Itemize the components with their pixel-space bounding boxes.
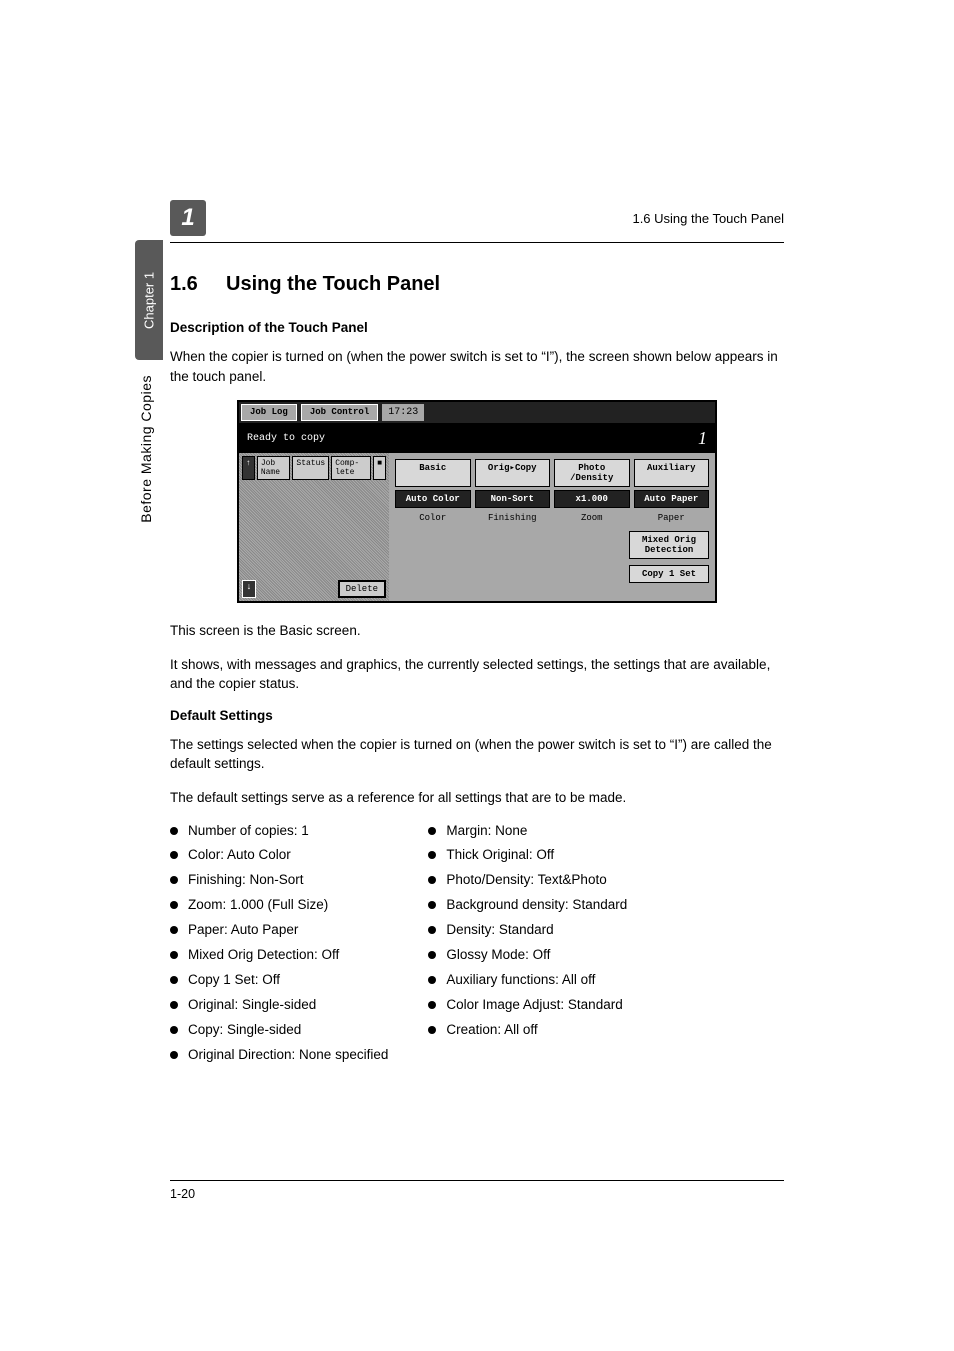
list-item: Photo/Density: Text&Photo	[428, 871, 627, 890]
ss-arrow-down-icon: ↓	[242, 580, 256, 598]
default-list-right: Margin: None Thick Original: Off Photo/D…	[428, 822, 627, 1071]
ss-autocolor: Auto Color	[395, 490, 471, 508]
ss-time: 17:23	[382, 404, 424, 421]
ss-lbl-finishing: Finishing	[475, 511, 551, 525]
ss-tab-origcopy: Orig▸Copy	[475, 459, 551, 487]
ss-lbl-zoom: Zoom	[554, 511, 630, 525]
ss-tab-job-log: Job Log	[241, 404, 297, 421]
ss-delete-button: Delete	[338, 580, 386, 598]
list-item: Original: Single-sided	[170, 996, 388, 1015]
list-item: Color: Auto Color	[170, 846, 388, 865]
ss-nonsort: Non-Sort	[475, 490, 551, 508]
section-number: 1.6	[170, 273, 226, 296]
list-item: Auxiliary functions: All off	[428, 971, 627, 990]
chapter-badge: 1	[170, 200, 206, 236]
para-defaults-1: The settings selected when the copier is…	[170, 735, 784, 774]
ss-status-bar: Ready to copy 1	[239, 424, 715, 453]
list-item: Margin: None	[428, 822, 627, 841]
ss-zoom: x1.000	[554, 490, 630, 508]
ss-tab-auxiliary: Auxiliary	[634, 459, 710, 487]
list-item: Density: Standard	[428, 921, 627, 940]
touch-panel-screenshot: Job Log Job Control 17:23 Ready to copy …	[237, 400, 717, 603]
ss-copy1set: Copy 1 Set	[629, 565, 709, 583]
ss-right-panel: Basic Orig▸Copy Photo /Density Auxiliary…	[389, 453, 715, 601]
ss-tab-photodensity: Photo /Density	[554, 459, 630, 487]
header-rule	[170, 242, 784, 243]
ss-mixedorig: Mixed Orig Detection	[629, 531, 709, 559]
ss-hdr-status: Status	[292, 456, 329, 480]
page-footer: 1-20	[170, 1180, 784, 1201]
para-shows: It shows, with messages and graphics, th…	[170, 655, 784, 694]
list-item: Paper: Auto Paper	[170, 921, 388, 940]
ss-status-msg: Ready to copy	[247, 433, 325, 444]
section-heading: 1.6Using the Touch Panel	[170, 273, 784, 296]
list-item: Color Image Adjust: Standard	[428, 996, 627, 1015]
list-item: Thick Original: Off	[428, 846, 627, 865]
list-item: Background density: Standard	[428, 896, 627, 915]
list-item: Glossy Mode: Off	[428, 946, 627, 965]
default-list-left: Number of copies: 1 Color: Auto Color Fi…	[170, 822, 388, 1071]
list-item: Original Direction: None specified	[170, 1046, 388, 1065]
list-item: Copy: Single-sided	[170, 1021, 388, 1040]
running-header-text: 1.6 Using the Touch Panel	[632, 211, 784, 226]
ss-arrow-up-icon: ↑	[242, 456, 255, 480]
ss-tab-basic: Basic	[395, 459, 471, 487]
footer-rule	[170, 1180, 784, 1181]
ss-hdr-icon: ■	[373, 456, 386, 480]
ss-lbl-color: Color	[395, 511, 471, 525]
ss-hdr-jobname: Job Name	[257, 456, 291, 480]
list-item: Zoom: 1.000 (Full Size)	[170, 896, 388, 915]
list-item: Creation: All off	[428, 1021, 627, 1040]
para-defaults-2: The default settings serve as a referenc…	[170, 788, 784, 808]
ss-copy-count: 1	[698, 428, 707, 449]
ss-autopaper: Auto Paper	[634, 490, 710, 508]
page-number: 1-20	[170, 1187, 784, 1201]
running-header: 1 1.6 Using the Touch Panel	[170, 200, 784, 236]
list-item: Copy 1 Set: Off	[170, 971, 388, 990]
section-title-text: Using the Touch Panel	[226, 273, 440, 295]
page-content: 1 1.6 Using the Touch Panel 1.6Using the…	[0, 0, 954, 1130]
list-item: Number of copies: 1	[170, 822, 388, 841]
ss-left-panel: ↑ Job Name Status Comp- lete ■ ↓ Delete	[239, 453, 389, 601]
para-intro: When the copier is turned on (when the p…	[170, 347, 784, 386]
para-basic-screen: This screen is the Basic screen.	[170, 621, 784, 641]
ss-lbl-paper: Paper	[634, 511, 710, 525]
ss-tab-job-control: Job Control	[301, 404, 378, 421]
list-item: Finishing: Non-Sort	[170, 871, 388, 890]
default-settings-columns: Number of copies: 1 Color: Auto Color Fi…	[170, 822, 784, 1071]
list-item: Mixed Orig Detection: Off	[170, 946, 388, 965]
ss-hdr-complete: Comp- lete	[331, 456, 371, 480]
subheading-defaults: Default Settings	[170, 708, 784, 723]
subheading-description: Description of the Touch Panel	[170, 320, 784, 335]
